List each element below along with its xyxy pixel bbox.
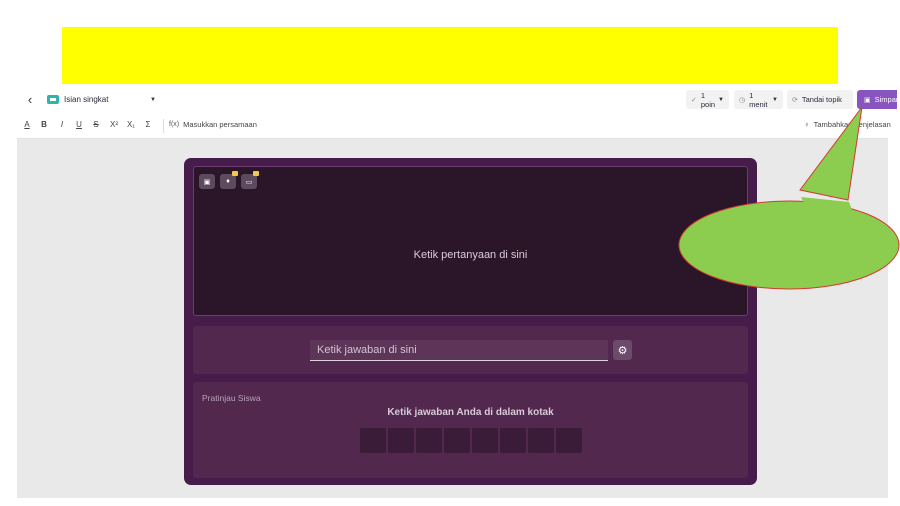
callout-ellipse xyxy=(678,200,900,290)
callout-pointer xyxy=(799,106,863,201)
callout-bubble xyxy=(678,106,900,290)
